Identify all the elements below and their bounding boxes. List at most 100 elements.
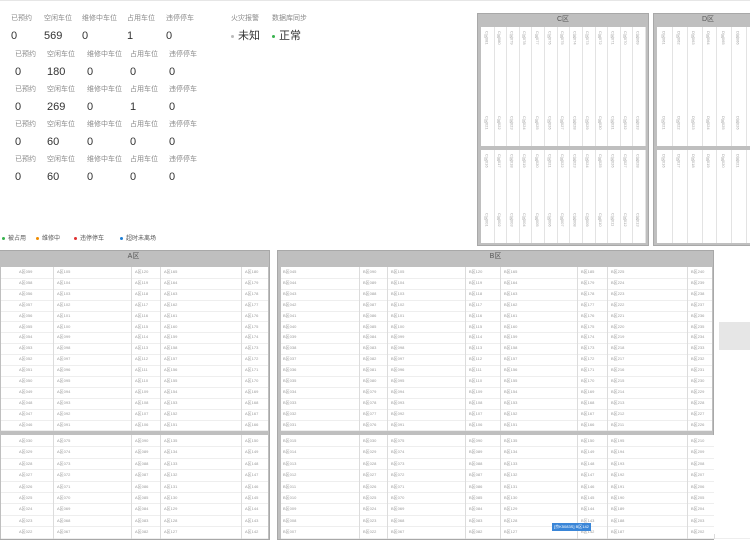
parking-slot[interactable]: A区098 [57, 343, 70, 354]
parking-slot[interactable]: A区179 [245, 278, 258, 289]
parking-slot[interactable]: B区175 [581, 322, 594, 333]
parking-slot[interactable]: A区170 [245, 376, 258, 387]
parking-slot[interactable]: B区127 [504, 526, 517, 537]
parking-slot[interactable]: B区074 [391, 446, 404, 457]
parking-slot[interactable]: A区056 [19, 289, 32, 300]
parking-slot[interactable]: B区131 [504, 481, 517, 492]
parking-slot[interactable]: A区180 [245, 267, 258, 278]
parking-slot[interactable]: A区133 [164, 458, 177, 469]
parking-slot[interactable]: B区013 [283, 458, 296, 469]
parking-slot[interactable]: A区106 [135, 420, 148, 431]
parking-slot[interactable]: B区233 [691, 343, 704, 354]
parking-slot[interactable]: A区084 [135, 503, 148, 514]
parking-slot[interactable]: B区083 [363, 343, 376, 354]
parking-slot[interactable]: C区070 C区032 [620, 27, 634, 146]
parking-slot[interactable]: A区028 [19, 458, 32, 469]
parking-slot[interactable]: A区097 [57, 354, 70, 365]
parking-slot[interactable]: C区027 C区012 [620, 150, 634, 243]
parking-slot[interactable]: A区052 [19, 354, 32, 365]
parking-slot[interactable]: B区088 [469, 458, 482, 469]
parking-slot[interactable]: A区071 [57, 481, 70, 492]
parking-slot[interactable]: B区169 [581, 387, 594, 398]
parking-slot[interactable]: B区067 [391, 526, 404, 537]
parking-slot[interactable]: A区095 [57, 376, 70, 387]
parking-slot[interactable]: B区150 [581, 435, 594, 446]
parking-slot[interactable]: A区164 [164, 278, 177, 289]
parking-slot[interactable]: B区130 [504, 492, 517, 503]
parking-slot[interactable]: B区014 [283, 446, 296, 457]
parking-slot[interactable]: B区210 [691, 435, 704, 446]
parking-slot[interactable]: A区112 [135, 354, 148, 365]
parking-slot[interactable]: B区096 [391, 365, 404, 376]
parking-slot[interactable]: B区087 [469, 469, 482, 480]
parking-slot[interactable]: B区148 [581, 458, 594, 469]
parking-slot[interactable]: B区099 [391, 332, 404, 343]
parking-slot[interactable]: B区084 [469, 503, 482, 514]
parking-slot[interactable]: A区162 [164, 300, 177, 311]
parking-slot[interactable]: B区153 [504, 398, 517, 409]
parking-slot[interactable]: A区132 [164, 469, 177, 480]
parking-slot[interactable]: B区156 [504, 365, 517, 376]
parking-slot[interactable]: A区086 [135, 481, 148, 492]
parking-slot[interactable]: B区216 [611, 365, 624, 376]
parking-slot[interactable]: A区072 [57, 469, 70, 480]
parking-slot[interactable]: B区008 [283, 515, 296, 526]
parking-slot[interactable]: B区221 [611, 311, 624, 322]
parking-slot[interactable]: D区020 [716, 150, 733, 243]
parking-slot[interactable]: C区069 C区033 [632, 27, 646, 146]
parking-slot[interactable]: B区179 [581, 278, 594, 289]
parking-slot[interactable]: B区039 [283, 332, 296, 343]
parking-slot[interactable]: A区104 [57, 278, 70, 289]
parking-slot[interactable]: A区151 [164, 420, 177, 431]
parking-slot[interactable]: B区091 [391, 420, 404, 431]
parking-slot[interactable]: B区214 [611, 387, 624, 398]
parking-slot[interactable]: B区172 [581, 354, 594, 365]
parking-slot[interactable]: B区218 [611, 343, 624, 354]
parking-slot[interactable]: D区021 [731, 150, 748, 243]
parking-slot[interactable]: B区028 [363, 458, 376, 469]
parking-slot[interactable]: A区030 [19, 435, 32, 446]
parking-slot[interactable]: A区049 [19, 387, 32, 398]
parking-slot[interactable]: C区074 C区028 [569, 27, 583, 146]
parking-slot[interactable]: B区237 [691, 300, 704, 311]
parking-slot[interactable]: A区158 [164, 343, 177, 354]
parking-slot[interactable]: B区023 [363, 515, 376, 526]
parking-slot[interactable]: B区229 [691, 387, 704, 398]
parking-slot[interactable]: B区213 [611, 398, 624, 409]
parking-slot[interactable]: A区127 [164, 526, 177, 537]
parking-slot[interactable]: B区107 [469, 409, 482, 420]
parking-slot[interactable]: A区050 [19, 376, 32, 387]
parking-slot[interactable]: B区232 [691, 354, 704, 365]
parking-slot[interactable]: A区105 [57, 267, 70, 278]
parking-slot[interactable]: B区009 [283, 503, 296, 514]
parking-slot[interactable]: D区063 D区023 [687, 27, 703, 146]
parking-slot[interactable]: A区110 [135, 376, 148, 387]
parking-slot[interactable]: A区120 [135, 267, 148, 278]
parking-slot[interactable]: A区051 [19, 365, 32, 376]
parking-slot[interactable]: B区135 [504, 435, 517, 446]
parking-slot[interactable]: B区224 [611, 278, 624, 289]
parking-slot[interactable]: B区132 [504, 469, 517, 480]
parking-slot[interactable]: D区066 D区026 [731, 27, 748, 146]
parking-slot[interactable]: A区135 [164, 435, 177, 446]
parking-slot[interactable]: C区023 C区008 [569, 150, 583, 243]
parking-slot[interactable]: A区153 [164, 398, 177, 409]
parking-slot[interactable]: B区079 [363, 387, 376, 398]
parking-slot[interactable]: D区067D区027 [746, 27, 750, 146]
parking-slot[interactable]: B区159 [504, 332, 517, 343]
parking-slot[interactable]: B区231 [691, 365, 704, 376]
parking-slot[interactable]: B区033 [283, 398, 296, 409]
parking-slot[interactable]: A区161 [164, 311, 177, 322]
parking-slot[interactable]: A区174 [245, 332, 258, 343]
parking-slot[interactable]: B区093 [391, 398, 404, 409]
parking-slot[interactable]: A区129 [164, 503, 177, 514]
parking-slot[interactable]: A区087 [135, 469, 148, 480]
parking-slot[interactable]: B区171 [581, 365, 594, 376]
parking-slot[interactable]: C区017 C区002 [494, 150, 508, 243]
parking-slot[interactable]: B区151 [504, 420, 517, 431]
parking-slot[interactable]: A区055 [19, 322, 32, 333]
parking-slot[interactable]: B区191 [611, 481, 624, 492]
parking-slot[interactable]: B区228 [691, 398, 704, 409]
parking-slot[interactable]: A区069 [57, 503, 70, 514]
parking-slot[interactable]: A区163 [164, 289, 177, 300]
